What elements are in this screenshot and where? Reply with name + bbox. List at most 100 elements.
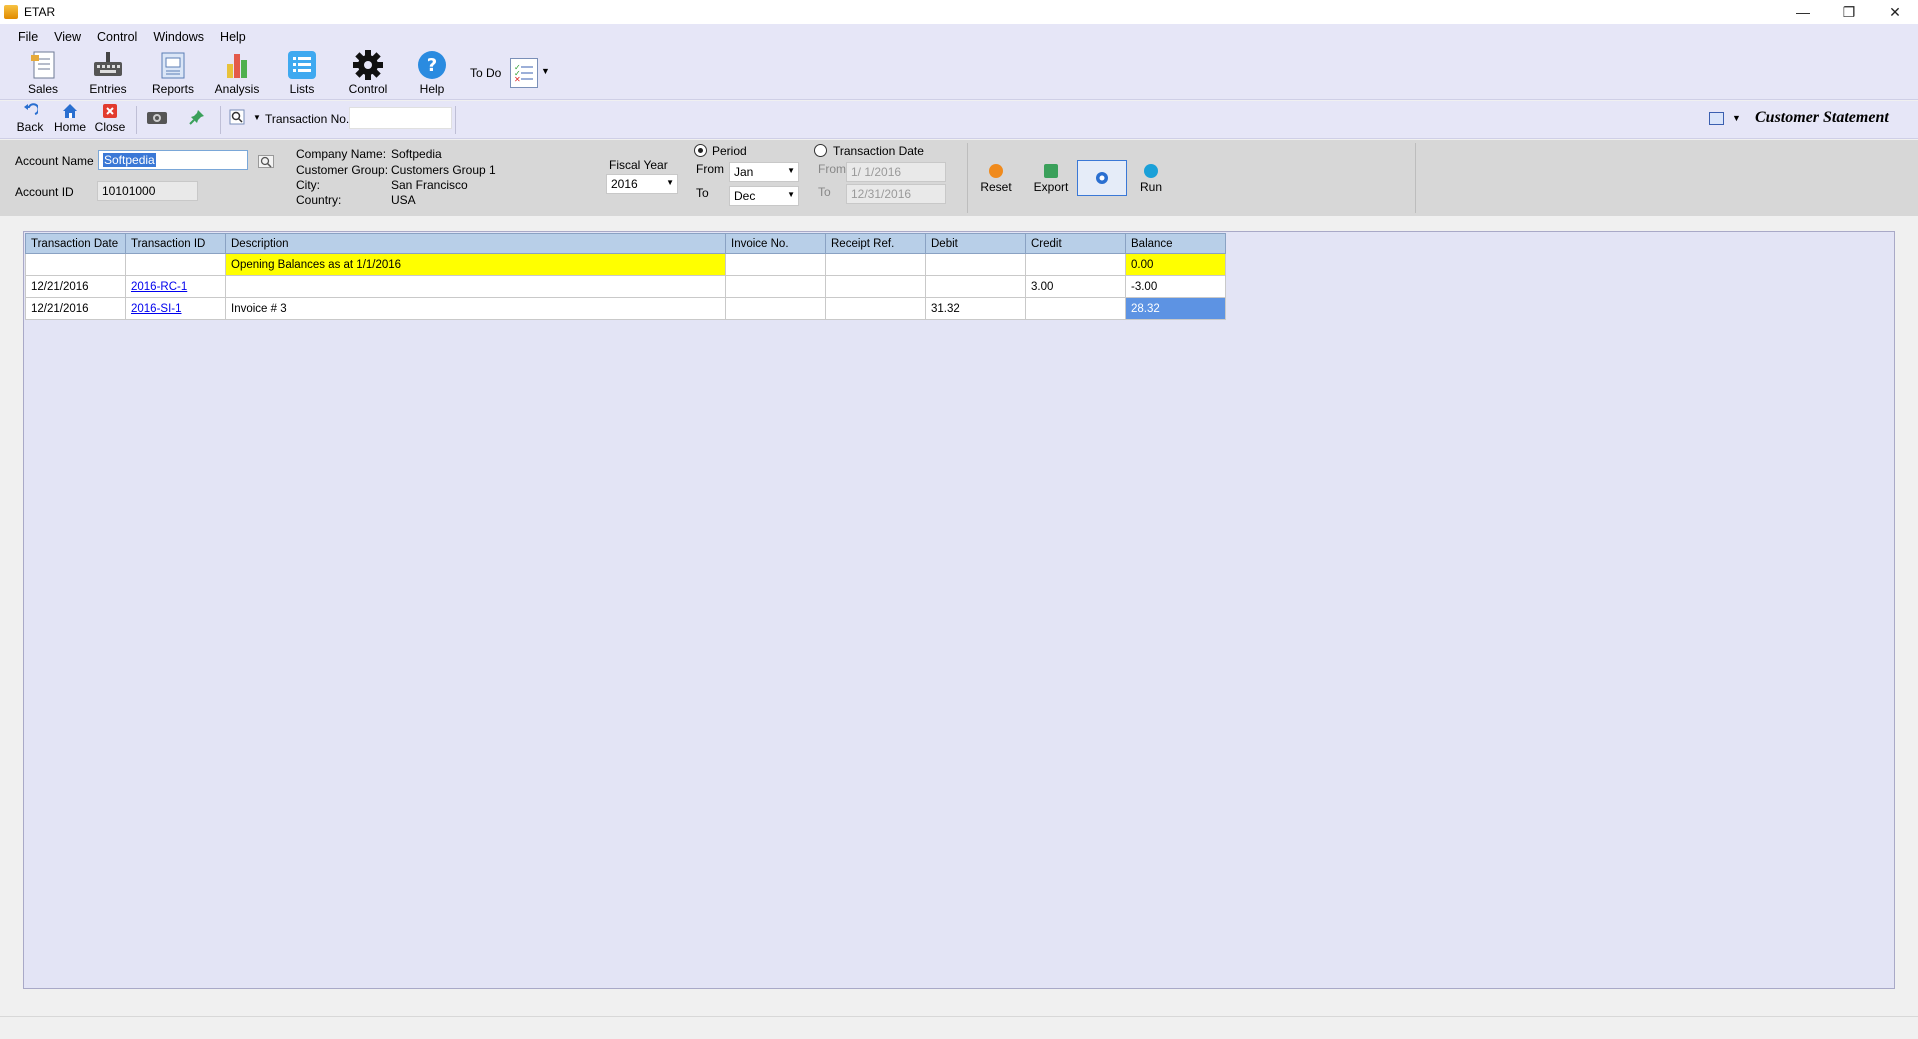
preview-button[interactable] <box>1077 160 1127 196</box>
cell-credit[interactable] <box>1025 253 1126 276</box>
help-button[interactable]: ? Help <box>402 50 462 96</box>
minimize-button[interactable]: — <box>1780 0 1826 24</box>
menu-view[interactable]: View <box>46 28 89 46</box>
table-row[interactable]: 12/21/2016 2016-SI-1 Invoice # 3 31.32 2… <box>25 297 1226 320</box>
cell-date[interactable]: 12/21/2016 <box>25 275 126 298</box>
layout-icon[interactable] <box>1709 112 1724 125</box>
transaction-id-link[interactable]: 2016-RC-1 <box>131 281 187 293</box>
cell-description[interactable]: Opening Balances as at 1/1/2016 <box>225 253 726 276</box>
account-id-input[interactable]: 10101000 <box>97 181 198 201</box>
layout-dropdown-icon[interactable]: ▼ <box>1732 113 1741 123</box>
col-transaction-date[interactable]: Transaction Date <box>25 233 126 254</box>
cell-transaction-id[interactable]: 2016-SI-1 <box>125 297 226 320</box>
analysis-button[interactable]: Analysis <box>207 50 267 96</box>
cell-receipt-ref[interactable] <box>825 297 926 320</box>
cell-date[interactable]: 12/21/2016 <box>25 297 126 320</box>
cell-credit[interactable] <box>1025 297 1126 320</box>
from-month-select[interactable]: Jan ▼ <box>729 162 799 182</box>
menu-file[interactable]: File <box>10 28 46 46</box>
cell-balance[interactable]: 28.32 <box>1125 297 1226 320</box>
to-month-select[interactable]: Dec ▼ <box>729 186 799 206</box>
cell-invoice-no[interactable] <box>725 297 826 320</box>
account-name-input[interactable]: Softpedia <box>98 150 248 170</box>
from-month-value: Jan <box>734 165 754 179</box>
account-id-label: Account ID <box>15 185 74 199</box>
restore-button[interactable]: ❐ <box>1826 0 1872 24</box>
col-balance[interactable]: Balance <box>1125 233 1226 254</box>
cell-invoice-no[interactable] <box>725 275 826 298</box>
menu-control[interactable]: Control <box>89 28 145 46</box>
menu-help[interactable]: Help <box>212 28 254 46</box>
home-button[interactable]: Home <box>53 103 87 134</box>
todo-dropdown-icon[interactable]: ▼ <box>541 66 550 76</box>
cell-transaction-id[interactable] <box>125 253 226 276</box>
table-row[interactable]: Opening Balances as at 1/1/2016 0.00 <box>25 253 1226 276</box>
search-icon[interactable] <box>229 109 245 125</box>
export-button[interactable]: Export <box>1027 164 1075 194</box>
window-title: ETAR <box>24 5 56 19</box>
camera-icon[interactable] <box>146 109 168 125</box>
fiscal-year-label: Fiscal Year <box>609 158 668 172</box>
col-transaction-id[interactable]: Transaction ID <box>125 233 226 254</box>
close-label: Close <box>94 120 126 134</box>
close-window-button[interactable]: ✕ <box>1872 0 1918 24</box>
entries-label: Entries <box>89 82 127 96</box>
cell-invoice-no[interactable] <box>725 253 826 276</box>
col-receipt-ref[interactable]: Receipt Ref. <box>825 233 926 254</box>
cell-description[interactable] <box>225 275 726 298</box>
cell-description[interactable]: Invoice # 3 <box>225 297 726 320</box>
customer-group-label: Customer Group: <box>296 163 389 177</box>
table-row[interactable]: 12/21/2016 2016-RC-1 3.00 -3.00 <box>25 275 1226 298</box>
col-invoice-no[interactable]: Invoice No. <box>725 233 826 254</box>
analysis-label: Analysis <box>214 82 260 96</box>
company-name-label: Company Name: <box>296 147 387 161</box>
menu-windows[interactable]: Windows <box>145 28 212 46</box>
period-label: Period <box>712 144 747 158</box>
toolbar-separator <box>136 106 137 134</box>
help-label: Help <box>419 82 445 96</box>
col-debit[interactable]: Debit <box>925 233 1026 254</box>
back-button[interactable]: Back <box>13 103 47 134</box>
toolbar-separator <box>455 106 456 134</box>
pin-icon[interactable] <box>189 109 205 125</box>
control-label: Control <box>348 82 388 96</box>
reset-button[interactable]: Reset <box>972 164 1020 194</box>
cell-debit[interactable] <box>925 275 1026 298</box>
menu-bar: File View Control Windows Help <box>10 28 254 46</box>
cell-balance[interactable]: 0.00 <box>1125 253 1226 276</box>
period-radio[interactable] <box>694 144 707 157</box>
col-credit[interactable]: Credit <box>1025 233 1126 254</box>
title-bar <box>0 0 1918 24</box>
country-value: USA <box>391 193 416 207</box>
export-label: Export <box>1033 180 1069 194</box>
col-description[interactable]: Description <box>225 233 726 254</box>
fiscal-year-select[interactable]: 2016 ▼ <box>606 174 678 194</box>
cell-transaction-id[interactable]: 2016-RC-1 <box>125 275 226 298</box>
reports-button[interactable]: Reports <box>143 50 203 96</box>
company-name-value: Softpedia <box>391 147 442 161</box>
period-to-label: To <box>696 186 709 200</box>
run-button[interactable]: Run <box>1127 164 1175 194</box>
cell-credit[interactable]: 3.00 <box>1025 275 1126 298</box>
cell-balance[interactable]: -3.00 <box>1125 275 1226 298</box>
cell-debit[interactable]: 31.32 <box>925 297 1026 320</box>
transaction-no-input[interactable] <box>349 107 452 129</box>
transaction-id-link[interactable]: 2016-SI-1 <box>131 303 182 315</box>
cell-receipt-ref[interactable] <box>825 275 926 298</box>
control-button[interactable]: Control <box>338 50 398 96</box>
cell-debit[interactable] <box>925 253 1026 276</box>
transaction-date-radio[interactable] <box>814 144 827 157</box>
lists-button[interactable]: Lists <box>272 50 332 96</box>
account-lookup-icon[interactable] <box>258 153 274 169</box>
close-button[interactable]: Close <box>93 103 127 134</box>
table-header-row: Transaction Date Transaction ID Descript… <box>25 233 1226 254</box>
cell-receipt-ref[interactable] <box>825 253 926 276</box>
sales-button[interactable]: Sales <box>13 50 73 96</box>
account-name-value: Softpedia <box>103 153 156 167</box>
cell-date[interactable] <box>25 253 126 276</box>
search-dropdown-icon[interactable]: ▼ <box>253 113 261 122</box>
todo-checklist-icon[interactable]: ✓ ✓ ✕ <box>510 58 538 88</box>
back-arrow-icon <box>22 103 40 119</box>
filter-divider <box>967 143 968 213</box>
entries-button[interactable]: Entries <box>78 50 138 96</box>
